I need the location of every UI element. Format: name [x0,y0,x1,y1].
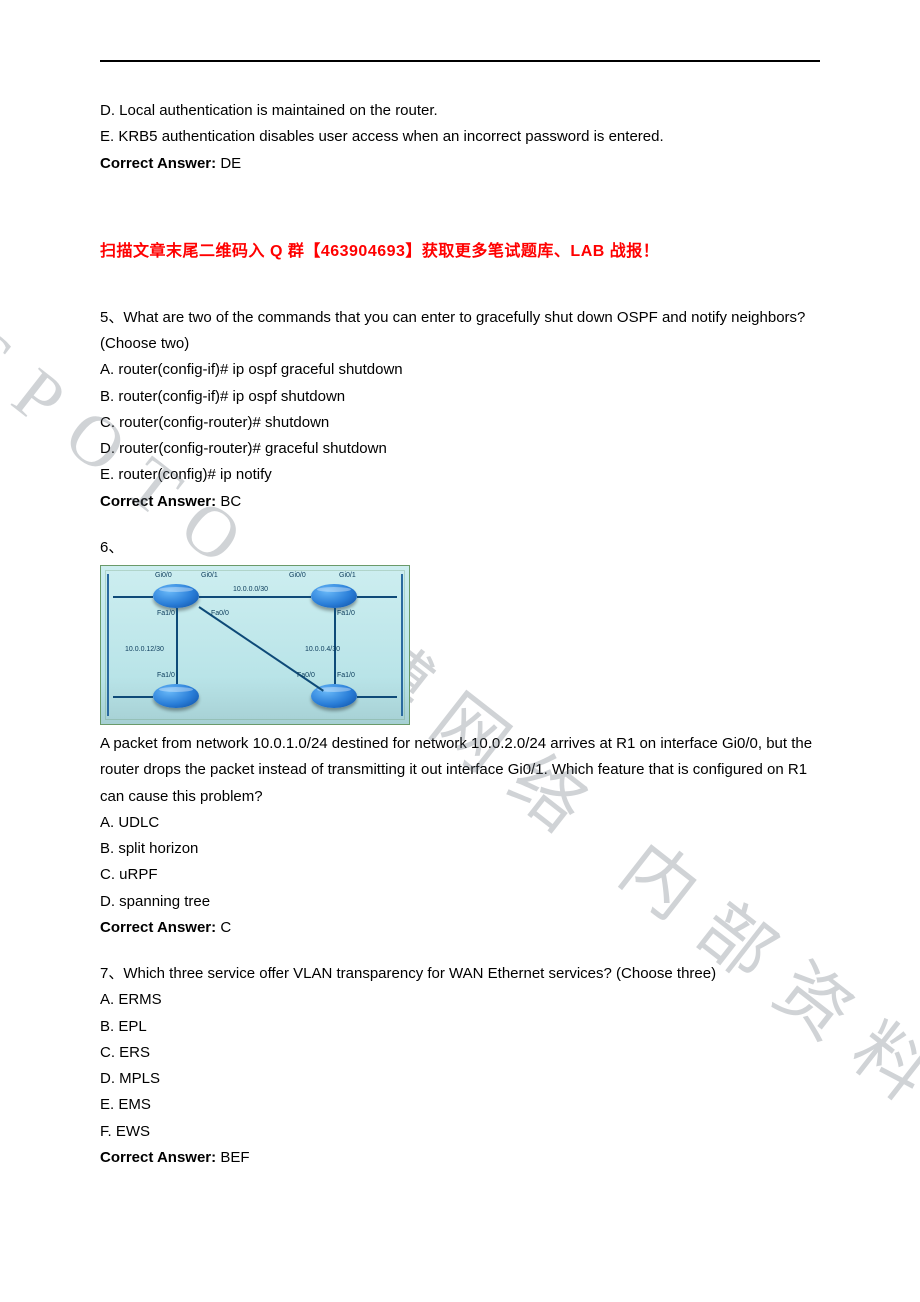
answer-label: Correct Answer: [100,919,220,936]
top-divider [100,60,820,62]
q6-stem-line3: can cause this problem? [100,784,820,810]
link-top [199,596,311,598]
link-r1-left [113,596,153,598]
lbl-fa10-r2: Fa1/0 [337,610,355,617]
answer-value: C [220,919,231,936]
answer-label: Correct Answer: [100,1149,220,1166]
router-r2-icon [311,584,357,608]
question-5: 5、What are two of the commands that you … [100,305,820,515]
lbl-gi01-r1: Gi0/1 [201,572,218,579]
lbl-fa10-r3: Fa1/0 [157,672,175,679]
lbl-fa10-r4: Fa1/0 [337,672,355,679]
answer-value: BEF [220,1149,249,1166]
page-content: D. Local authentication is maintained on… [0,0,920,1231]
network-diagram: Gi0/0 Gi0/1 Gi0/0 Gi0/1 10.0.0.0/30 Fa1/… [100,565,410,725]
left-axis [107,574,109,716]
router-r1-icon [153,584,199,608]
link-r4-right [357,696,397,698]
q6-stem-line1: A packet from network 10.0.1.0/24 destin… [100,731,820,757]
q5-answer: Correct Answer: BC [100,489,820,515]
lbl-net-right: 10.0.0.4/30 [305,646,340,653]
q5-option-e: E. router(config)# ip notify [100,462,820,488]
link-r3-left [113,696,153,698]
lbl-gi01-r2: Gi0/1 [339,572,356,579]
q7-stem: 7、Which three service offer VLAN transpa… [100,961,820,987]
lbl-gi00-r2: Gi0/0 [289,572,306,579]
answer-value: DE [220,155,241,172]
q5-option-d: D. router(config-router)# graceful shutd… [100,436,820,462]
q7-answer: Correct Answer: BEF [100,1145,820,1171]
q6-option-b: B. split horizon [100,836,820,862]
q5-option-b: B. router(config-if)# ip ospf shutdown [100,384,820,410]
lbl-fa00-r4: Fa0/0 [297,672,315,679]
link-r2-right [357,596,397,598]
right-axis [401,574,403,716]
lbl-net-left: 10.0.0.12/30 [125,646,164,653]
q6-option-d: D. spanning tree [100,889,820,915]
question-7: 7、Which three service offer VLAN transpa… [100,961,820,1171]
q6-stem-line2: router drops the packet instead of trans… [100,757,820,783]
q5-stem: 5、What are two of the commands that you … [100,305,820,358]
answer-value: BC [220,493,241,510]
q6-option-c: C. uRPF [100,862,820,888]
router-r3-icon [153,684,199,708]
answer-line: Correct Answer: DE [100,151,820,177]
q7-option-b: B. EPL [100,1014,820,1040]
q7-option-d: D. MPLS [100,1066,820,1092]
q6-option-a: A. UDLC [100,810,820,836]
q7-option-c: C. ERS [100,1040,820,1066]
answer-label: Correct Answer: [100,155,220,172]
option-e: E. KRB5 authentication disables user acc… [100,124,820,150]
answer-label: Correct Answer: [100,493,220,510]
lbl-net-top: 10.0.0.0/30 [233,586,268,593]
promo-banner: 扫描文章末尾二维码入 Q 群【463904693】获取更多笔试题库、LAB 战报… [100,237,820,261]
link-r1-r3 [176,608,178,684]
q7-option-f: F. EWS [100,1119,820,1145]
q7-option-a: A. ERMS [100,987,820,1013]
question-6: 6、 Gi0/0 Gi0/1 Gi0/0 Gi0/1 10.0.0.0/30 [100,535,820,941]
question-previous-tail: D. Local authentication is maintained on… [100,98,820,177]
q6-answer: Correct Answer: C [100,915,820,941]
lbl-fa00-r1: Fa0/0 [211,610,229,617]
option-d: D. Local authentication is maintained on… [100,98,820,124]
lbl-gi00-r1: Gi0/0 [155,572,172,579]
q5-option-a: A. router(config-if)# ip ospf graceful s… [100,357,820,383]
q6-number: 6、 [100,535,820,561]
lbl-fa10-r1: Fa1/0 [157,610,175,617]
q5-option-c: C. router(config-router)# shutdown [100,410,820,436]
q7-option-e: E. EMS [100,1092,820,1118]
